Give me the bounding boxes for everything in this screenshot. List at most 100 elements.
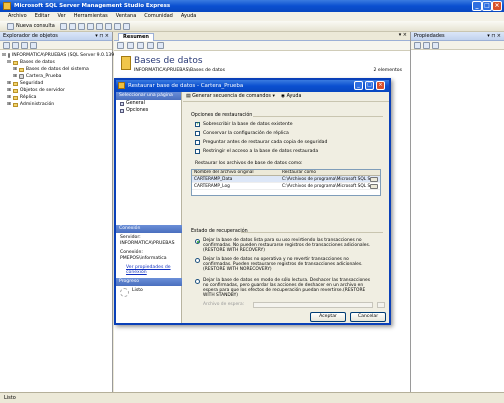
forward-icon[interactable] — [127, 42, 134, 49]
page-general[interactable]: General — [116, 100, 181, 107]
option-overwrite[interactable]: Sobrescribir la base de datos existente — [195, 121, 293, 127]
table-row[interactable]: CARTERAMP_Data C:\Archivos de programa\M… — [192, 176, 380, 183]
cell-restore-as[interactable]: C:\Archivos de programa\Microsoft SQL S.… — [280, 176, 376, 182]
standby-browse-button[interactable] — [377, 302, 385, 308]
close-button[interactable]: × — [492, 1, 502, 11]
refresh-icon[interactable] — [137, 42, 144, 49]
save-all-icon[interactable] — [86, 22, 94, 30]
recovery-option-norecovery[interactable]: Dejar la base de datos no operativa y no… — [195, 257, 375, 272]
radio-recovery[interactable] — [195, 239, 200, 244]
tree-item-server-objects[interactable]: ⊞ Objetos de servidor — [2, 87, 110, 94]
checkbox-keep-replication[interactable] — [195, 131, 200, 136]
dialog-title: Restaurar base de datos - Cartera_Prueba — [128, 83, 244, 89]
radio-standby[interactable] — [195, 279, 200, 284]
tree-item-replication[interactable]: ⊞ Réplica — [2, 94, 110, 101]
option-keep-replication[interactable]: Conservar la configuración de réplica — [195, 131, 289, 136]
dialog-close-button[interactable]: × — [376, 81, 385, 90]
dialog-maximize-button[interactable]: □ — [365, 81, 374, 90]
summary-title: Bases de datos — [134, 56, 203, 66]
tab-resumen[interactable]: Resumen — [118, 33, 154, 41]
tree-item-management[interactable]: ⊞ Administración — [2, 101, 110, 108]
minimize-button[interactable]: _ — [472, 1, 482, 11]
standby-file-input[interactable] — [253, 302, 373, 308]
property-pages-icon[interactable] — [432, 42, 439, 49]
folder-icon — [12, 102, 18, 107]
panel-close-icon[interactable]: ▾ ⊓ × — [95, 32, 109, 41]
tree-item-databases[interactable]: ⊟ Bases de datos — [2, 59, 110, 66]
progress-header: Progreso — [116, 278, 182, 286]
new-file-icon[interactable] — [59, 22, 67, 30]
new-query-button[interactable]: Nueva consulta — [4, 22, 58, 30]
menu-bar: Archivo Editar Ver Herramientas Ventana … — [0, 12, 504, 21]
filter-icon[interactable] — [147, 42, 154, 49]
dialog-minimize-button[interactable]: _ — [354, 81, 363, 90]
open-icon[interactable] — [68, 22, 76, 30]
dialog-icon — [118, 82, 125, 89]
summary-icon[interactable] — [104, 22, 112, 30]
menu-ver[interactable]: Ver — [54, 12, 70, 21]
tree-item-cartera[interactable]: ⊞ Cartera_Prueba — [2, 73, 110, 80]
menu-ayuda[interactable]: Ayuda — [177, 12, 200, 21]
summary-count: 2 elementos — [373, 68, 402, 73]
database-folder-icon — [121, 56, 131, 70]
option-prompt[interactable]: Preguntar antes de restaurar cada copia … — [195, 140, 327, 145]
tab-close-icon[interactable]: ▾ × — [399, 32, 407, 38]
menu-archivo[interactable]: Archivo — [4, 12, 31, 21]
tree-item-security[interactable]: ⊞ Seguridad — [2, 80, 110, 87]
help-button[interactable]: ◉ Ayuda — [281, 94, 302, 99]
object-tree: ⊟ INFORMATICA\PRUEBAS (SQL Server 9.0.13… — [0, 50, 120, 110]
object-explorer-title: Explorador de objetos — [3, 33, 58, 39]
folder-icon — [12, 60, 18, 65]
cell-restore-as[interactable]: C:\Archivos de programa\Microsoft SQL S.… — [280, 183, 376, 189]
browse-button[interactable] — [370, 177, 378, 182]
cancel-button[interactable]: Cancelar — [350, 312, 386, 322]
page-opciones[interactable]: Opciones — [116, 107, 181, 114]
dialog-toolbar: ▤ Generar secuencia de comandos ▾ ◉ Ayud… — [183, 92, 389, 102]
divider — [241, 232, 383, 233]
summary-path: INFORMATICA\PRUEBAS\Bases de datos — [134, 68, 226, 73]
recovery-option-recovery[interactable]: Dejar la base de datos lista para su uso… — [195, 238, 375, 253]
recovery-option-standby[interactable]: Dejar la base de datos en modo de sólo l… — [195, 278, 375, 298]
menu-editar[interactable]: Editar — [31, 12, 54, 21]
connection-header: Conexión — [116, 225, 182, 233]
save-icon[interactable] — [77, 22, 85, 30]
checkbox-restrict[interactable] — [195, 149, 200, 154]
list-view-icon[interactable] — [157, 42, 164, 49]
ok-button[interactable]: Aceptar — [310, 312, 346, 322]
menu-ventana[interactable]: Ventana — [112, 12, 141, 21]
option-restrict[interactable]: Restringir el acceso a la base de datos … — [195, 149, 318, 154]
progress-status: Listo — [132, 288, 143, 293]
dialog-sidebar: Seleccionar una página General Opciones … — [116, 92, 182, 323]
categorized-icon[interactable] — [414, 42, 421, 49]
menu-comunidad[interactable]: Comunidad — [140, 12, 177, 21]
properties-icon[interactable] — [113, 22, 121, 30]
script-button[interactable]: ▤ Generar secuencia de comandos ▾ — [186, 94, 275, 99]
view-connection-properties-link[interactable]: Ver propiedades de conexión — [116, 265, 182, 275]
connect-icon[interactable] — [3, 42, 10, 49]
maximize-button[interactable]: □ — [482, 1, 492, 11]
menu-herramientas[interactable]: Herramientas — [70, 12, 112, 21]
checkbox-overwrite[interactable] — [195, 121, 200, 127]
restore-files-label: Restaurar los archivos de base de datos … — [195, 161, 303, 166]
table-row[interactable]: CARTERAMP_Log C:\Archivos de programa\Mi… — [192, 183, 380, 190]
folder-icon — [12, 81, 18, 86]
radio-norecovery[interactable] — [195, 258, 200, 263]
col-restore-as: Restaurar como — [282, 170, 317, 175]
back-icon[interactable] — [117, 42, 124, 49]
panel-close-icon[interactable]: ▾ ⊓ × — [487, 32, 501, 41]
properties-panel: Propiedades ▾ ⊓ × — [410, 32, 504, 392]
disconnect-icon[interactable] — [12, 42, 19, 49]
app-title-bar: Microsoft SQL Server Management Studio E… — [0, 0, 504, 12]
explorer-toolbar — [0, 41, 112, 50]
alphabetical-icon[interactable] — [423, 42, 430, 49]
filter-icon[interactable] — [21, 42, 28, 49]
tree-item-server[interactable]: ⊟ INFORMATICA\PRUEBAS (SQL Server 9.0.13… — [2, 52, 120, 59]
tree-item-system-databases[interactable]: ⊞ Bases de datos del sistema — [2, 66, 110, 73]
checkbox-prompt[interactable] — [195, 140, 200, 145]
object-explorer-icon[interactable] — [95, 22, 103, 30]
refresh-icon[interactable] — [30, 42, 37, 49]
help-icon[interactable] — [122, 22, 130, 30]
folder-icon — [12, 95, 18, 100]
col-original-name: Nombre del archivo original — [194, 170, 254, 175]
browse-button[interactable] — [370, 184, 378, 189]
